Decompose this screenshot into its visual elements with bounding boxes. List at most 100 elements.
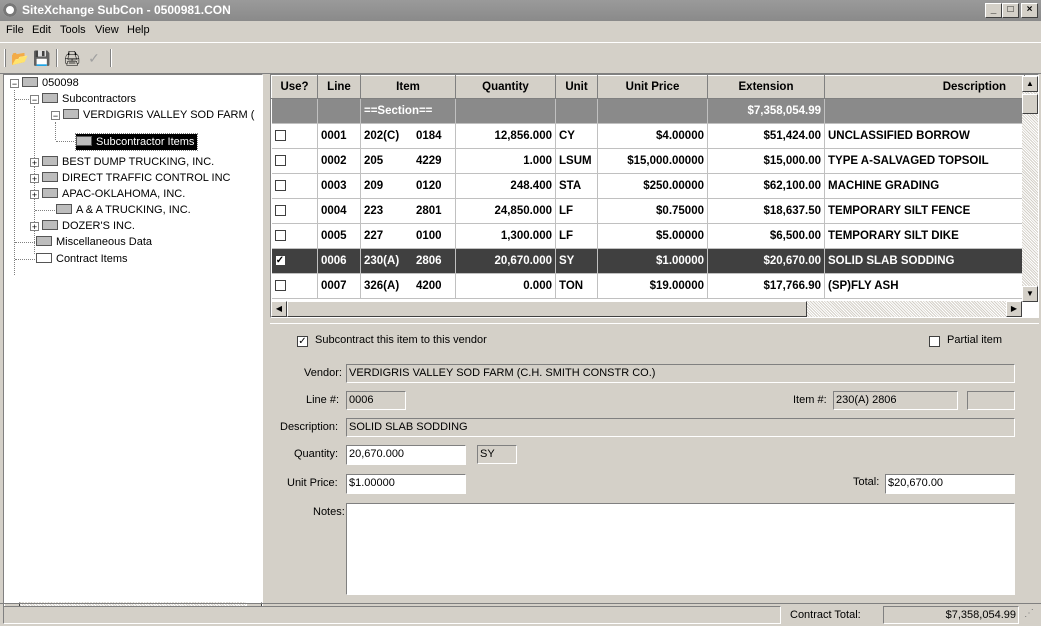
- grid-scroll-right-button[interactable]: ▶: [1006, 301, 1022, 317]
- col-header-unit-price[interactable]: Unit Price: [597, 75, 708, 99]
- item-cell: 202(C) 0184: [360, 123, 456, 149]
- item-subcode: 4200: [416, 280, 442, 292]
- table-row[interactable]: 0002 205 4229 1.000 LSUM $15,000.00000 $15,000…: [271, 148, 1025, 174]
- menu-file[interactable]: File: [6, 24, 24, 36]
- maximize-button[interactable]: □: [1002, 3, 1019, 18]
- menu-tools[interactable]: Tools: [60, 24, 86, 36]
- folder-icon: [63, 109, 79, 119]
- table-row[interactable]: 0001 202(C) 0184 12,856.000 CY $4.00000 $51,42…: [271, 123, 1025, 149]
- partial-item-checkbox[interactable]: [929, 336, 940, 347]
- print-icon[interactable]: 🖨: [62, 48, 82, 68]
- scroll-up-button[interactable]: ▲: [1022, 76, 1038, 92]
- tree-node-vendor-aa[interactable]: A & A TRUCKING, INC.: [56, 202, 191, 218]
- use-checkbox[interactable]: [274, 180, 286, 192]
- section-row[interactable]: ==Section== $7,358,054.99: [271, 98, 1025, 124]
- table-row[interactable]: 0004 223 2801 24,850.000 LF $0.75000 $18,637.5…: [271, 198, 1025, 224]
- item-code: 223: [364, 205, 384, 217]
- subcontract-label: Subcontract this item to this vendor: [315, 334, 487, 346]
- col-header-quantity[interactable]: Quantity: [455, 75, 556, 99]
- unit-price-cell: $19.00000: [597, 273, 708, 299]
- minimize-button[interactable]: _: [985, 3, 1002, 18]
- col-header-use[interactable]: Use?: [271, 75, 318, 99]
- check-icon[interactable]: ✓: [84, 48, 104, 68]
- folder-icon: [42, 220, 58, 230]
- item-code: 202(C): [364, 130, 400, 142]
- expand-icon[interactable]: +: [30, 190, 39, 200]
- menu-view[interactable]: View: [95, 24, 119, 36]
- contract-tree: − 050098 − Subcontractors − VERDIGRIS VA…: [3, 74, 263, 619]
- collapse-subcontractors-icon[interactable]: −: [30, 95, 39, 105]
- notes-label: Notes:: [313, 506, 345, 518]
- unit-cell: LF: [555, 223, 598, 249]
- tree-node-vendor-verdigris[interactable]: VERDIGRIS VALLEY SOD FARM (: [63, 107, 254, 123]
- folder-icon: [56, 204, 72, 214]
- quantity-cell: 24,850.000: [455, 198, 556, 224]
- use-cell: ✓: [271, 248, 318, 274]
- folder-icon: [42, 172, 58, 182]
- col-header-extension[interactable]: Extension: [707, 75, 825, 99]
- unit-cell: TON: [555, 273, 598, 299]
- col-header-line[interactable]: Line: [317, 75, 361, 99]
- tree-node-vendor-dozers[interactable]: DOZER'S INC.: [42, 218, 135, 234]
- collapse-vendor-icon[interactable]: −: [51, 111, 60, 121]
- total-input[interactable]: $20,670.00: [885, 474, 1015, 494]
- tree-node-contract-items[interactable]: Contract Items: [36, 251, 128, 267]
- line-cell: 0004: [317, 198, 361, 224]
- description-cell: TEMPORARY SILT FENCE: [824, 198, 1025, 224]
- quantity-input[interactable]: 20,670.000: [346, 445, 466, 465]
- use-checkbox[interactable]: [274, 205, 286, 217]
- tree-node-subcontractors[interactable]: Subcontractors: [42, 91, 136, 107]
- col-header-unit[interactable]: Unit: [555, 75, 598, 99]
- collapse-root-icon[interactable]: −: [10, 79, 19, 89]
- use-checkbox[interactable]: [274, 155, 286, 167]
- tree-node-vendor-direct[interactable]: DIRECT TRAFFIC CONTROL INC: [42, 170, 230, 186]
- menu-help[interactable]: Help: [127, 24, 150, 36]
- tree-node-root[interactable]: 050098: [22, 75, 79, 91]
- grid-scroll-thumb[interactable]: [287, 301, 807, 317]
- tree-node-subcontractor-items[interactable]: Subcontractor Items: [74, 133, 199, 151]
- quantity-cell: 1,300.000: [455, 223, 556, 249]
- table-row[interactable]: 0003 209 0120 248.400 STA $250.00000 $62,100.0…: [271, 173, 1025, 199]
- vendor-field: VERDIGRIS VALLEY SOD FARM (C.H. SMITH CO…: [346, 364, 1015, 383]
- item-code: 209: [364, 180, 384, 192]
- items-grid: Use? Line Item Quantity Unit Unit Price …: [270, 74, 1039, 318]
- expand-icon[interactable]: +: [30, 158, 39, 168]
- use-checkbox[interactable]: [274, 130, 286, 142]
- unit-price-cell: $0.75000: [597, 198, 708, 224]
- grid-scroll-left-button[interactable]: ◀: [271, 301, 287, 317]
- notes-textarea[interactable]: [346, 503, 1015, 595]
- close-button[interactable]: ×: [1021, 3, 1038, 18]
- unit-cell: LSUM: [555, 148, 598, 174]
- expand-icon[interactable]: +: [30, 222, 39, 232]
- item-code: 326(A): [364, 280, 400, 292]
- col-header-description[interactable]: Description: [824, 75, 1025, 99]
- scroll-thumb[interactable]: [1022, 94, 1038, 114]
- scroll-down-button[interactable]: ▼: [1022, 286, 1038, 302]
- open-icon[interactable]: 📂: [10, 48, 30, 68]
- tree-node-misc-data[interactable]: Miscellaneous Data: [36, 234, 152, 250]
- use-checkbox[interactable]: [274, 280, 286, 292]
- tree-node-vendor-best[interactable]: BEST DUMP TRUCKING, INC.: [42, 154, 214, 170]
- unit-price-input[interactable]: $1.00000: [346, 474, 466, 494]
- menu-edit[interactable]: Edit: [32, 24, 51, 36]
- subcontract-checkbox[interactable]: ✓: [297, 336, 308, 347]
- unit-cell: SY: [555, 248, 598, 274]
- item-subcode: 2806: [416, 255, 442, 267]
- quantity-label: Quantity:: [294, 448, 339, 460]
- item-subcode: 0100: [416, 230, 442, 242]
- table-row[interactable]: 0007 326(A) 4200 0.000 TON $19.00000 $17,766.9…: [271, 273, 1025, 299]
- table-row[interactable]: ✓ 0006 230(A) 2806 20,670.000 SY $1.00000 $20,6…: [271, 248, 1025, 274]
- tree-node-vendor-apac[interactable]: APAC-OKLAHOMA, INC.: [42, 186, 185, 202]
- col-header-item[interactable]: Item: [360, 75, 456, 99]
- save-icon[interactable]: 💾: [32, 48, 52, 68]
- status-panel: [3, 606, 781, 624]
- resize-grip-icon[interactable]: ⋰: [1024, 608, 1034, 619]
- section-label: ==Section==: [360, 98, 456, 124]
- table-row[interactable]: 0005 227 0100 1,300.000 LF $5.00000 $6,500.00 T…: [271, 223, 1025, 249]
- extension-cell: $15,000.00: [707, 148, 825, 174]
- expand-icon[interactable]: +: [30, 174, 39, 184]
- description-label: Description:: [280, 421, 339, 433]
- use-checkbox[interactable]: ✓: [274, 255, 286, 267]
- use-checkbox[interactable]: [274, 230, 286, 242]
- contract-total-value: $7,358,054.99: [883, 606, 1019, 624]
